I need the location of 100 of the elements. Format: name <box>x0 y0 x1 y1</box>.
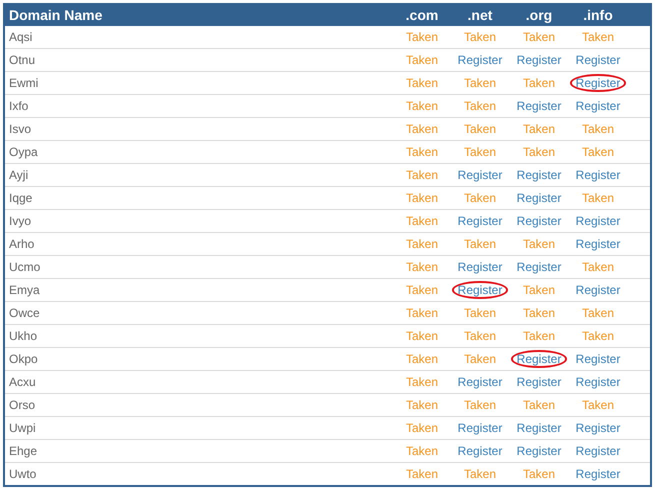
domain-name: Emya <box>8 283 41 297</box>
register-link[interactable]: Register <box>570 51 626 69</box>
taken-status: Taken <box>522 121 556 138</box>
taken-status: Taken <box>462 305 498 322</box>
taken-status: Taken <box>522 466 556 483</box>
taken-status: Taken <box>404 374 440 391</box>
taken-status: Taken <box>580 397 616 414</box>
domain-name: Ixfo <box>8 99 30 113</box>
taken-status: Taken <box>462 236 498 253</box>
taken-status: Taken <box>580 144 616 161</box>
column-header: .com <box>404 6 440 22</box>
register-link[interactable]: Register <box>570 281 626 299</box>
domain-name: Ivyo <box>8 214 32 228</box>
register-link[interactable]: Register <box>570 419 626 437</box>
taken-status: Taken <box>404 351 440 368</box>
register-link[interactable]: Register <box>570 235 626 253</box>
domain-name: Uwto <box>8 467 38 481</box>
taken-status: Taken <box>462 328 498 345</box>
register-link[interactable]: Register <box>510 189 568 207</box>
taken-status: Taken <box>462 190 498 207</box>
taken-status: Taken <box>462 466 498 483</box>
register-link[interactable]: Register <box>510 166 568 184</box>
register-link[interactable]: Register <box>452 419 508 437</box>
taken-status: Taken <box>462 144 498 161</box>
taken-status: Taken <box>404 282 440 299</box>
taken-status: Taken <box>580 328 616 345</box>
taken-status: Taken <box>404 121 440 138</box>
domain-name: Ukho <box>8 329 38 343</box>
register-link[interactable]: Register <box>452 166 508 184</box>
taken-status: Taken <box>522 328 556 345</box>
taken-status: Taken <box>462 121 498 138</box>
taken-status: Taken <box>404 420 440 437</box>
taken-status: Taken <box>580 29 616 46</box>
domain-name: Iqge <box>8 191 34 205</box>
taken-status: Taken <box>404 167 440 184</box>
taken-status: Taken <box>404 144 440 161</box>
domain-name: Owce <box>8 306 41 320</box>
register-link[interactable]: Register <box>510 442 568 460</box>
register-link[interactable]: Register <box>570 166 626 184</box>
taken-status: Taken <box>522 236 556 253</box>
register-link[interactable]: Register <box>570 212 626 230</box>
taken-status: Taken <box>580 121 616 138</box>
domain-name: Orso <box>8 398 36 412</box>
register-link[interactable]: Register <box>570 97 626 115</box>
register-link[interactable]: Register <box>570 373 626 391</box>
taken-status: Taken <box>522 29 556 46</box>
register-link[interactable]: Register <box>570 74 626 92</box>
register-link[interactable]: Register <box>452 442 508 460</box>
taken-status: Taken <box>522 75 556 92</box>
taken-status: Taken <box>404 236 440 253</box>
taken-status: Taken <box>522 144 556 161</box>
taken-status: Taken <box>404 397 440 414</box>
register-link[interactable]: Register <box>570 465 626 483</box>
column-header: .org <box>524 6 554 22</box>
taken-status: Taken <box>404 305 440 322</box>
domain-name: Acxu <box>8 375 37 389</box>
taken-status: Taken <box>404 466 440 483</box>
register-link[interactable]: Register <box>452 281 508 299</box>
taken-status: Taken <box>462 397 498 414</box>
domain-name: Oypa <box>8 145 39 159</box>
domain-name: Isvo <box>8 122 32 136</box>
register-link[interactable]: Register <box>510 373 568 391</box>
column-header: Domain Name <box>8 6 104 22</box>
domain-name: Ayji <box>8 168 30 182</box>
register-link[interactable]: Register <box>452 373 508 391</box>
taken-status: Taken <box>404 328 440 345</box>
taken-status: Taken <box>462 29 498 46</box>
register-link[interactable]: Register <box>570 442 626 460</box>
register-link[interactable]: Register <box>510 419 568 437</box>
taken-status: Taken <box>404 190 440 207</box>
taken-status: Taken <box>462 75 498 92</box>
register-link[interactable]: Register <box>510 350 568 368</box>
taken-status: Taken <box>404 75 440 92</box>
domain-name: Ewmi <box>8 76 40 90</box>
column-header: .net <box>466 6 494 22</box>
taken-status: Taken <box>522 282 556 299</box>
taken-status: Taken <box>404 259 440 276</box>
register-link[interactable]: Register <box>452 51 508 69</box>
taken-status: Taken <box>404 52 440 69</box>
taken-status: Taken <box>404 213 440 230</box>
register-link[interactable]: Register <box>510 212 568 230</box>
register-link[interactable]: Register <box>452 258 508 276</box>
register-link[interactable]: Register <box>510 258 568 276</box>
register-link[interactable]: Register <box>452 212 508 230</box>
taken-status: Taken <box>580 305 616 322</box>
register-link[interactable]: Register <box>570 350 626 368</box>
taken-status: Taken <box>580 190 616 207</box>
register-link[interactable]: Register <box>510 51 568 69</box>
taken-status: Taken <box>580 259 616 276</box>
domain-name: Uwpi <box>8 421 37 435</box>
domain-name: Aqsi <box>8 30 34 44</box>
taken-status: Taken <box>522 305 556 322</box>
taken-status: Taken <box>522 397 556 414</box>
taken-status: Taken <box>462 98 498 115</box>
domain-name: Ehge <box>8 444 38 458</box>
taken-status: Taken <box>404 98 440 115</box>
domain-name: Arho <box>8 237 36 251</box>
register-link[interactable]: Register <box>510 97 568 115</box>
taken-status: Taken <box>404 443 440 460</box>
domain-name: Otnu <box>8 53 36 67</box>
